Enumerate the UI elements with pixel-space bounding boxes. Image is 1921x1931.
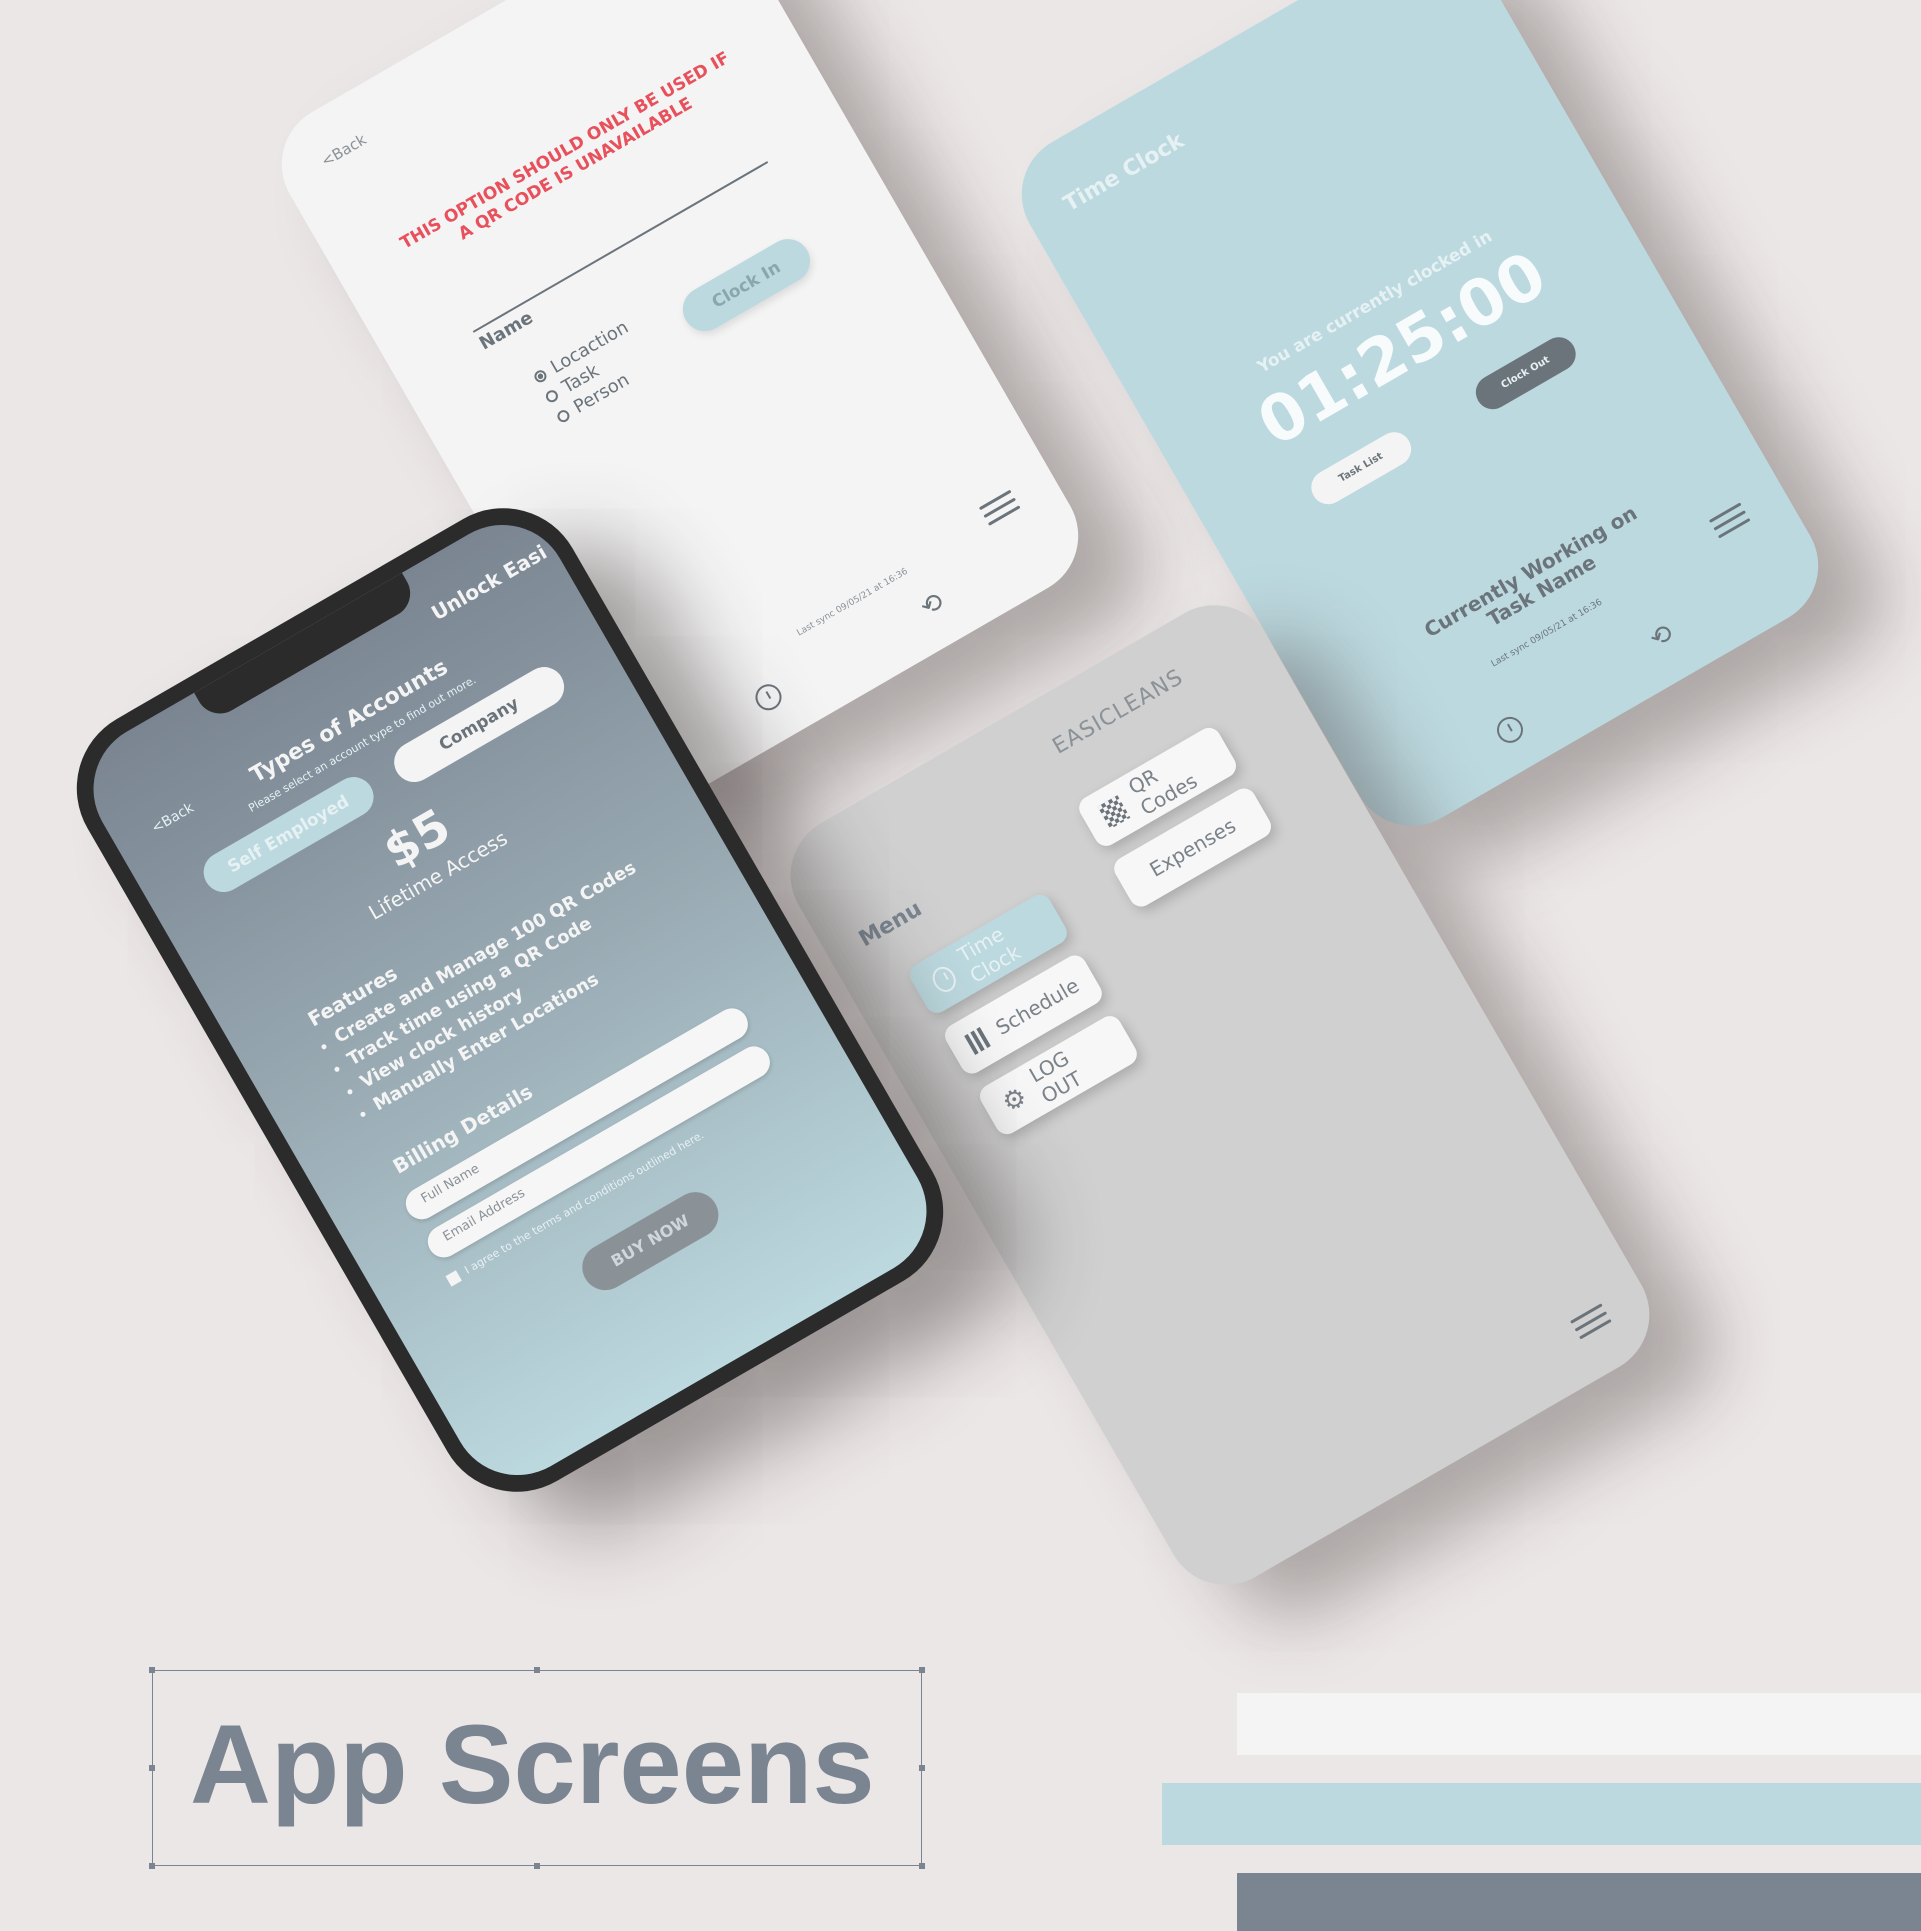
- radio-icon: [543, 387, 560, 404]
- menu-item-label: Expenses: [1145, 813, 1240, 882]
- resize-handle[interactable]: [149, 1667, 155, 1673]
- gear-icon: ⚙: [997, 1081, 1033, 1120]
- last-sync: Last sync 09/05/21 at 16:36: [795, 566, 910, 639]
- color-swatch-slate: [1237, 1873, 1921, 1931]
- radio-icon: [555, 407, 572, 424]
- brand-name: EASICLEANS: [1048, 664, 1188, 760]
- back-link[interactable]: <Back: [318, 130, 369, 170]
- working-on-label: Currently Working on Task Name: [1352, 462, 1720, 700]
- warning-text: THIS OPTION SHOULD ONLY BE USED IF A QR …: [396, 48, 734, 254]
- terms-checkbox[interactable]: [445, 1269, 462, 1287]
- menu-hamburger-icon[interactable]: [1706, 497, 1754, 544]
- menu-item-label: Schedule: [991, 973, 1084, 1040]
- resize-handle[interactable]: [534, 1863, 540, 1869]
- email-input[interactable]: Email Address: [421, 1040, 776, 1264]
- clock-icon: [928, 962, 961, 997]
- clock-nav-icon[interactable]: [1492, 712, 1530, 751]
- clock-in-button[interactable]: Clock In: [674, 231, 819, 340]
- color-swatch-light-blue: [1162, 1783, 1921, 1845]
- page-title: App Screens: [190, 1702, 875, 1827]
- color-swatch-off-white: [1237, 1693, 1921, 1755]
- name-label: Name: [475, 307, 537, 355]
- resize-handle[interactable]: [149, 1765, 155, 1771]
- menu-hamburger-icon[interactable]: [976, 484, 1024, 531]
- resize-handle[interactable]: [534, 1667, 540, 1673]
- menu-hamburger-icon[interactable]: [1567, 1298, 1615, 1345]
- clock-nav-icon[interactable]: [750, 679, 789, 719]
- menu-title: Menu: [854, 896, 927, 953]
- clock-icon: [750, 679, 787, 716]
- task-name-text: Task Name: [1482, 549, 1601, 632]
- option-group: Locaction Task Person: [529, 315, 656, 430]
- screen-title: Time Clock: [1059, 128, 1189, 218]
- history-nav-icon[interactable]: ⟲: [1645, 618, 1679, 655]
- resize-handle[interactable]: [149, 1863, 155, 1869]
- history-nav-icon[interactable]: ⟲: [915, 587, 949, 624]
- resize-handle[interactable]: [919, 1667, 925, 1673]
- qr-code-icon: [1097, 795, 1131, 830]
- resize-handle[interactable]: [919, 1863, 925, 1869]
- clock-icon: [1492, 712, 1528, 748]
- resize-handle[interactable]: [919, 1765, 925, 1771]
- calendar-grid-icon: [964, 1026, 991, 1056]
- radio-selected-icon: [532, 367, 549, 385]
